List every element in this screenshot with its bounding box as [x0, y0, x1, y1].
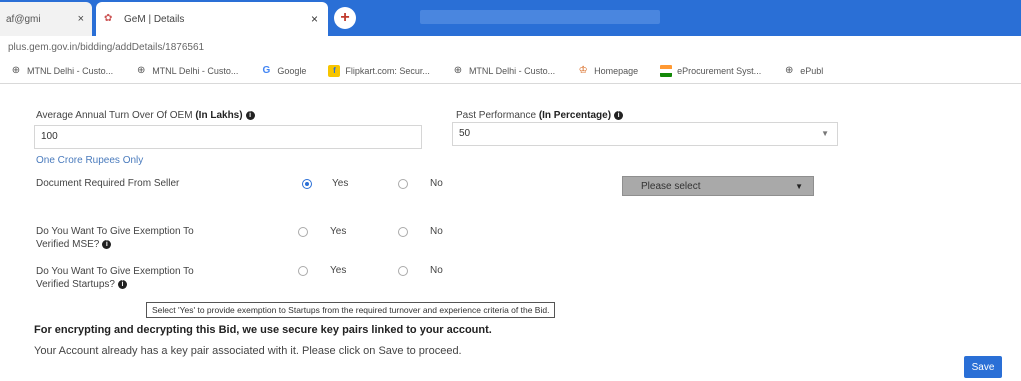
bookmark-item[interactable]: ⊕ MTNL Delhi - Custo...: [452, 65, 555, 77]
keypair-note: Your Account already has a key pair asso…: [34, 345, 462, 357]
startup-exemption-no-label: No: [430, 265, 443, 276]
mse-exemption-yes-radio[interactable]: [298, 227, 308, 237]
caret-down-icon: ▼: [795, 182, 803, 191]
globe-icon: ⊕: [453, 64, 463, 76]
bookmark-item[interactable]: ♔ Homepage: [577, 64, 639, 77]
document-required-yes-label: Yes: [332, 178, 349, 189]
save-button[interactable]: Save: [964, 356, 1002, 378]
bookmark-label: MTNL Delhi - Custo...: [468, 65, 556, 76]
encryption-note: For encrypting and decrypting this Bid, …: [34, 324, 492, 336]
startup-exemption-label: Do You Want To Give Exemption To Verifie…: [36, 266, 194, 290]
document-required-yes-radio[interactable]: [302, 179, 312, 189]
mse-exemption-no-radio[interactable]: [398, 227, 408, 237]
close-icon[interactable]: ×: [311, 12, 318, 26]
startup-exemption-tooltip: Select 'Yes' to provide exemption to Sta…: [146, 302, 556, 318]
bid-details-form: Average Annual Turn Over Of OEM (In Lakh…: [0, 85, 1021, 381]
startup-exemption-yes-label: Yes: [330, 265, 347, 276]
address-bar[interactable]: plus.gem.gov.in/bidding/addDetails/18765…: [0, 36, 1021, 58]
tab-label: af@gmi: [6, 13, 41, 25]
turnover-input[interactable]: 100: [34, 125, 422, 149]
google-icon: G: [262, 64, 271, 76]
bookmark-label: Homepage: [594, 65, 639, 76]
bookmark-item[interactable]: eProcurement Syst...: [660, 64, 762, 77]
document-required-no-radio[interactable]: [398, 179, 408, 189]
browser-tab-gem-details[interactable]: ✿ GeM | Details ×: [96, 2, 328, 36]
info-icon[interactable]: i: [102, 239, 112, 249]
document-required-dropdown[interactable]: Please select ▼: [622, 176, 814, 196]
mse-exemption-no-label: No: [430, 226, 443, 237]
globe-icon: ⊕: [785, 64, 794, 76]
flag-icon: [660, 64, 673, 77]
turnover-label: Average Annual Turn Over Of OEM (In Lakh…: [36, 110, 255, 121]
bookmark-item[interactable]: G Google: [260, 65, 306, 77]
bookmark-label: Flipkart.com: Secur...: [345, 65, 430, 76]
browser-tabstrip: af@gmi × ✿ GeM | Details × +: [0, 0, 1021, 36]
bookmark-item[interactable]: ⊕ ePubl: [783, 65, 823, 77]
document-required-no-label: No: [430, 178, 443, 189]
mse-exemption-yes-label: Yes: [330, 226, 347, 237]
bookmark-label: MTNL Delhi - Custo...: [27, 65, 114, 76]
startup-exemption-yes-radio[interactable]: [298, 266, 308, 276]
info-icon[interactable]: i: [245, 110, 255, 120]
info-icon[interactable]: i: [614, 110, 624, 120]
bookmarks-bar: ⊕ MTNL Delhi - Custo... ⊕ MTNL Delhi - C…: [0, 58, 1021, 84]
address-url: plus.gem.gov.in/bidding/addDetails/18765…: [8, 41, 205, 53]
past-performance-label: Past Performance (In Percentage) i: [456, 110, 624, 121]
globe-icon: ⊕: [136, 64, 146, 76]
past-performance-select[interactable]: 50 ▼: [452, 122, 838, 146]
close-icon[interactable]: ×: [78, 13, 84, 25]
info-icon[interactable]: i: [117, 279, 127, 289]
bookmark-label: Google: [277, 65, 307, 76]
homepage-icon: ♔: [578, 64, 588, 76]
new-tab-button[interactable]: +: [334, 7, 356, 29]
bookmark-label: eProcurement Syst...: [677, 65, 762, 76]
tabstrip-background: [420, 10, 660, 24]
startup-exemption-no-radio[interactable]: [398, 266, 408, 276]
bookmark-item[interactable]: f Flipkart.com: Secur...: [328, 64, 430, 77]
browser-tab-gmail[interactable]: af@gmi ×: [0, 2, 92, 36]
tab-label: GeM | Details: [124, 13, 185, 25]
bookmark-item[interactable]: ⊕ MTNL Delhi - Custo...: [10, 65, 113, 77]
bookmark-label: MTNL Delhi - Custo...: [152, 65, 239, 76]
flipkart-icon: f: [328, 64, 341, 77]
gem-favicon-icon: ✿: [104, 13, 113, 24]
bookmark-item[interactable]: ⊕ MTNL Delhi - Custo...: [135, 65, 238, 77]
turnover-hint: One Crore Rupees Only: [36, 155, 144, 166]
bookmark-label: ePubl: [800, 65, 824, 76]
chevron-down-icon: ▼: [821, 129, 829, 138]
globe-icon: ⊕: [11, 64, 21, 76]
document-required-label: Document Required From Seller: [36, 178, 180, 189]
mse-exemption-label: Do You Want To Give Exemption To Verifie…: [36, 226, 194, 250]
